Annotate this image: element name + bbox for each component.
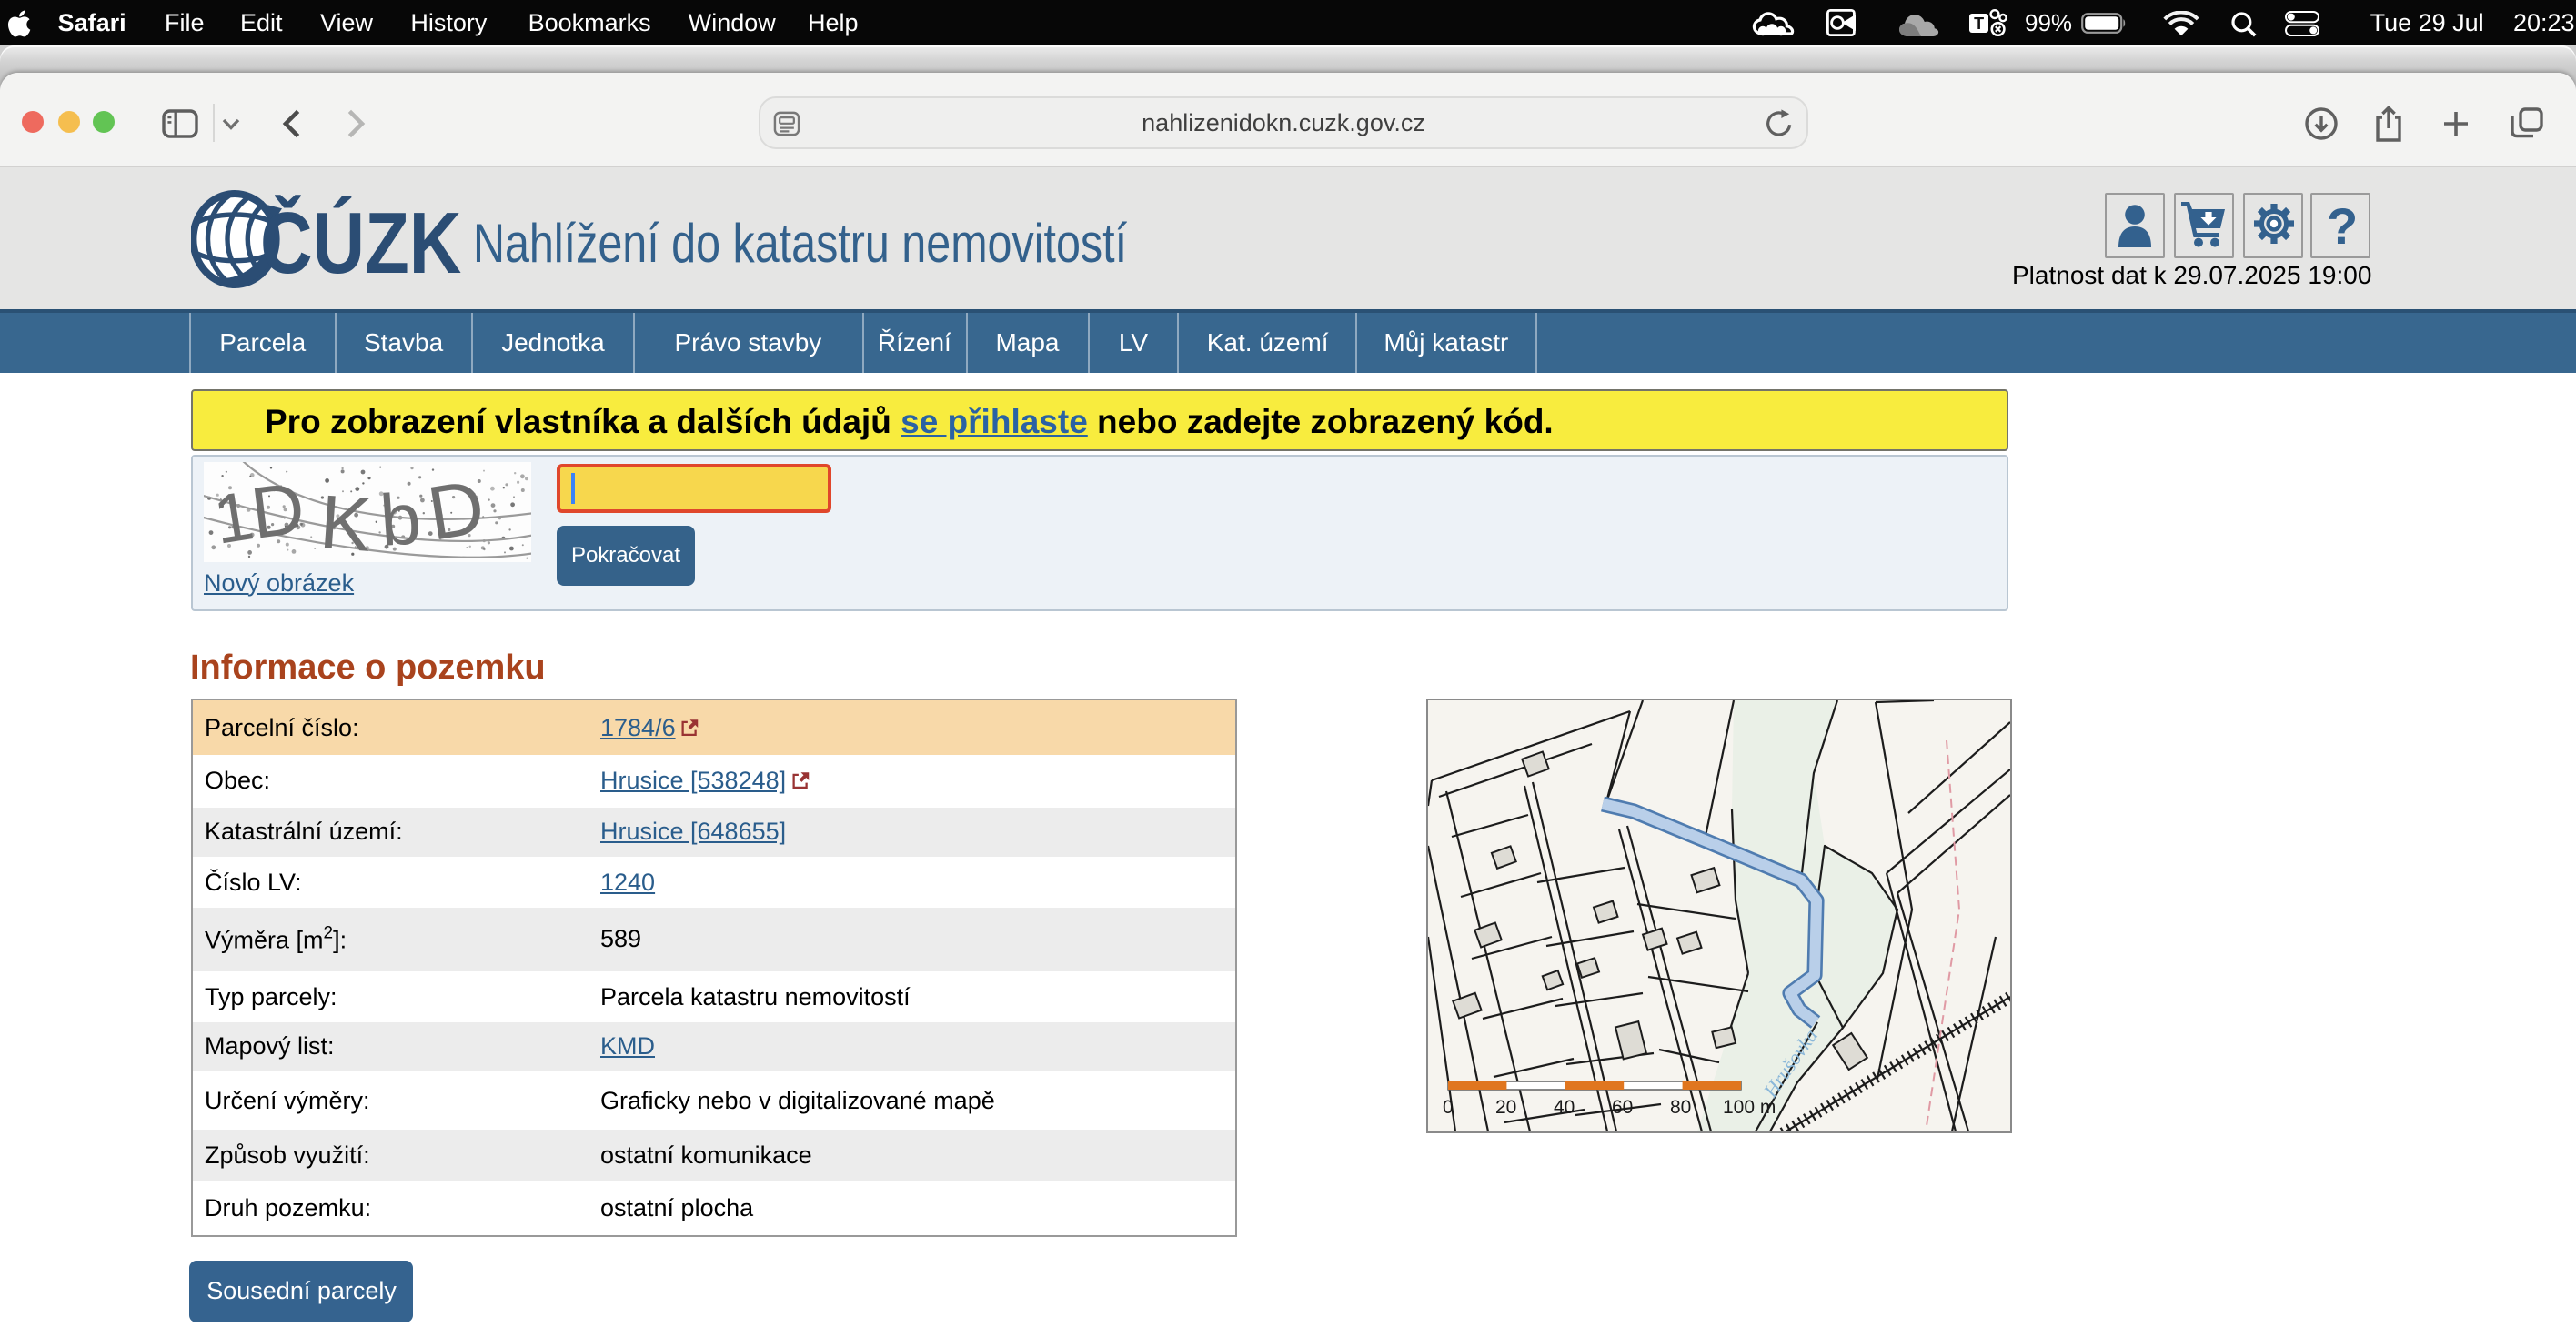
svg-text:b: b [377,478,424,561]
svg-text:60: 60 [1612,1097,1633,1118]
svg-text:20: 20 [1495,1097,1516,1118]
svg-text:D: D [247,467,309,553]
svg-text:40: 40 [1554,1097,1575,1118]
svg-text:100 m: 100 m [1723,1097,1776,1118]
svg-text:T: T [1974,15,1984,33]
svg-text:K: K [317,478,374,562]
svg-text:80: 80 [1670,1097,1691,1118]
svg-text:0: 0 [1443,1097,1454,1118]
